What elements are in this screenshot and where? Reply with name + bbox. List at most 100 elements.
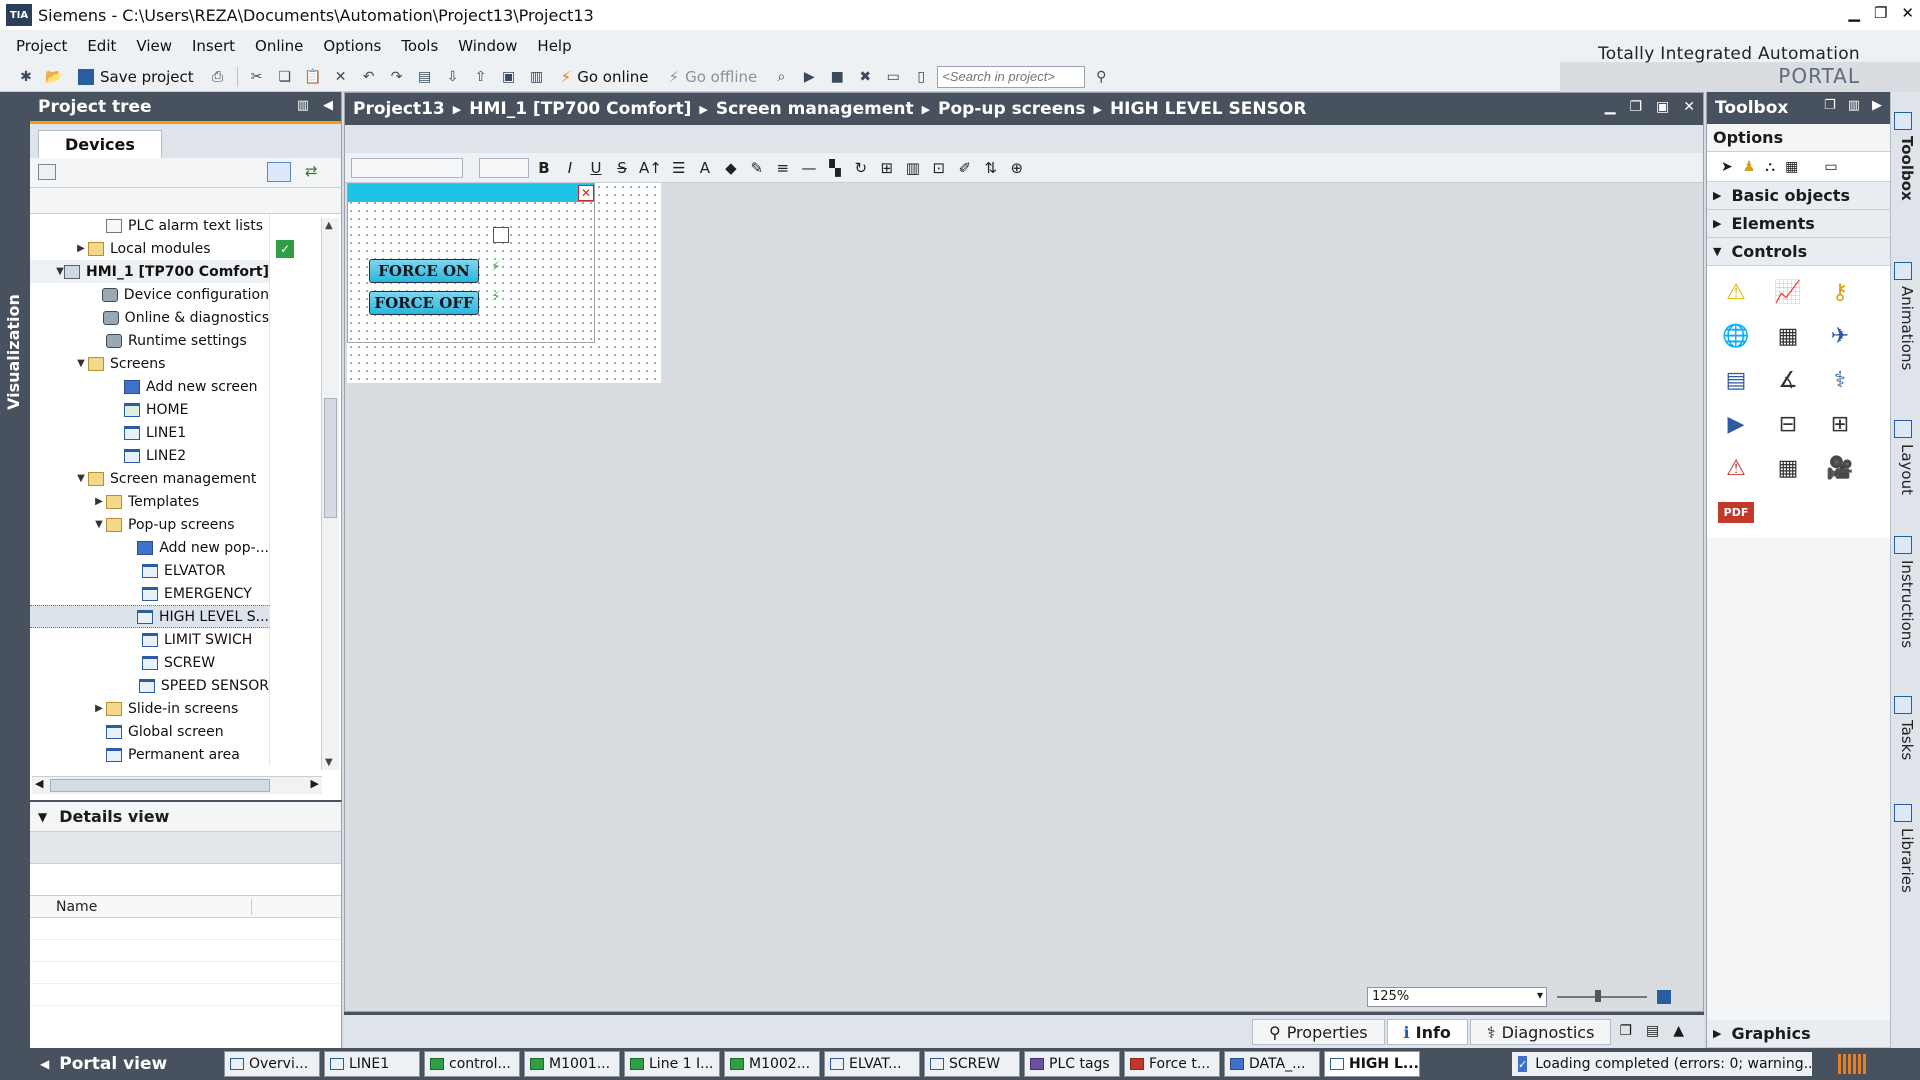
close-icon[interactable]: ✕ [1901,4,1914,22]
task-plc-tags[interactable]: PLC tags [1024,1051,1120,1077]
tree-item[interactable]: Online & diagnostics [30,306,270,329]
popup-close-icon[interactable]: ✕ [578,185,594,201]
task-overview[interactable]: Overvi... [224,1051,320,1077]
delete-icon[interactable]: ✕ [329,66,353,88]
line-color-icon[interactable]: ✎ [746,158,768,178]
controls-section[interactable]: ▼ Controls [1707,238,1890,266]
breadcrumb-project[interactable]: Project13 [353,99,445,119]
open-project-icon[interactable]: 📂 [42,66,66,88]
elements-section[interactable]: ▶ Elements [1707,210,1890,238]
sm-view-icon[interactable]: ✈ [1821,318,1859,354]
pen-icon[interactable]: ✐ [954,158,976,178]
task-m1001[interactable]: M1001... [524,1051,620,1077]
checkbox-object[interactable] [493,227,509,243]
italic-icon[interactable]: I [559,158,581,178]
status-bar[interactable]: ✓ Loading completed (errors: 0; warning.… [1512,1052,1812,1076]
task-data[interactable]: DATA_... [1224,1051,1320,1077]
tab-toolbox[interactable]: Toolbox [1894,112,1918,201]
graph-icon[interactable]: ⛬ [1765,159,1775,175]
user-view-icon[interactable]: ⚷ [1821,274,1859,310]
zoom-select-icon[interactable]: ⊕ [1006,158,1028,178]
runtime-icon[interactable]: ▥ [525,66,549,88]
zoom-slider-handle[interactable] [1595,990,1601,1002]
system-diag-view-icon[interactable]: ⚠ [1717,450,1755,486]
tree-item[interactable]: Global screen [30,720,270,743]
new-project-icon[interactable]: ✱ [14,66,38,88]
breadcrumb-current-screen[interactable]: HIGH LEVEL SENSOR [1110,99,1307,119]
user-icon[interactable]: ♟ [1743,159,1756,175]
tree-item[interactable]: Add new screen [30,375,270,398]
float-icon[interactable]: ❐ [1629,99,1642,115]
tree-item[interactable]: LIMIT SWICH [30,628,270,651]
download-icon[interactable]: ⇩ [441,66,465,88]
graphics-section[interactable]: ▶ Graphics [1707,1020,1891,1048]
minimize-icon[interactable]: ▁ [1605,99,1616,115]
tab-diagnostics[interactable]: ⚕ Diagnostics [1469,1019,1612,1045]
distribute-icon[interactable]: ▥ [902,158,924,178]
tree-item[interactable]: Device configuration [30,283,270,306]
tab-layout[interactable]: Layout [1894,420,1918,495]
restore-icon[interactable]: ❐ [1874,4,1887,22]
tree-item[interactable]: HIGH LEVEL S... [30,605,270,628]
tree-item[interactable]: Add new pop-... [30,536,270,559]
font-family-select[interactable] [351,157,463,178]
start-cpu-icon[interactable]: ▶ [797,66,821,88]
tab-animations[interactable]: Animations [1894,262,1918,370]
menu-help[interactable]: Help [527,37,581,55]
arrange-icon[interactable]: ▚ [824,158,846,178]
split-vertical-icon[interactable]: ▯ [909,66,933,88]
html-browser-icon[interactable]: 🌐 [1717,318,1755,354]
simulate-icon[interactable]: ▣ [497,66,521,88]
tree-item[interactable]: ▶ Slide-in screens [30,697,270,720]
tree-vertical-scrollbar[interactable]: ▲ ▼ [321,218,339,770]
pin-icon[interactable]: ▥ [1848,98,1860,113]
redo-icon[interactable]: ↷ [385,66,409,88]
breadcrumb-hmi[interactable]: HMI_1 [TP700 Comfort] [469,99,691,119]
align-objects-icon[interactable]: ⊞ [876,158,898,178]
expand-right-icon[interactable]: ▶ [92,703,106,714]
same-size-icon[interactable]: ⊡ [928,158,950,178]
menu-window[interactable]: Window [448,37,527,55]
tree-item[interactable]: HOME [30,398,270,421]
menu-insert[interactable]: Insert [182,37,245,55]
tab-info[interactable]: ℹ Info [1386,1019,1468,1045]
font-size-select[interactable] [479,157,529,178]
close-icon[interactable]: ✕ [1683,99,1695,115]
scroll-right-icon[interactable]: ▶ [311,777,319,790]
task-screw[interactable]: SCREW [924,1051,1020,1077]
tab-instructions[interactable]: Instructions [1894,536,1918,648]
tree-item[interactable]: Runtime settings [30,329,270,352]
force-on-button[interactable]: FORCE ON [369,259,479,283]
channel-diagnostics-icon[interactable]: ⊞ [1821,406,1859,442]
recipe-view-icon[interactable]: ▦ [1769,318,1807,354]
pin-icon[interactable]: ▥ [297,98,309,113]
tab-properties[interactable]: ⚲ Properties [1251,1019,1385,1045]
expand-down-icon[interactable]: ▼ [74,473,88,484]
line-style-icon[interactable]: — [798,158,820,178]
inspector-maximize-icon[interactable]: ▤ [1640,1019,1665,1045]
accessible-devices-icon[interactable]: ⌕ [769,66,793,88]
visualization-tab[interactable]: Visualization [0,92,30,1048]
plc-code-viewer-icon[interactable]: ⊟ [1769,406,1807,442]
font-grow-icon[interactable]: A↑ [637,158,664,178]
menu-edit[interactable]: Edit [77,37,126,55]
float-icon[interactable]: ❐ [1824,98,1836,113]
tree-item[interactable]: PLC alarm text lists [30,214,270,237]
search-icon[interactable]: ⚲ [1089,66,1113,88]
tree-item[interactable]: LINE2 [30,444,270,467]
refresh-icon[interactable]: ⇄ [305,162,329,182]
maximize-icon[interactable]: ▣ [1656,99,1669,115]
system-diagnostics-icon[interactable]: ⚕ [1821,362,1859,398]
table-icon[interactable]: ▦ [1785,159,1798,175]
paste-icon[interactable]: 📋 [301,66,325,88]
expand-right-icon[interactable]: ▶ [74,243,88,254]
portal-view-button[interactable]: ◀ Portal view [0,1054,224,1074]
rotate-icon[interactable]: ↻ [850,158,872,178]
cross-reference-icon[interactable]: ✖ [853,66,877,88]
hscroll-thumb[interactable] [50,779,270,792]
menu-view[interactable]: View [126,37,182,55]
screen-canvas[interactable]: ✕ FORCE ON FORCE OFF ⚡ ⚡ [347,183,661,383]
fill-color-icon[interactable]: ◆ [720,158,742,178]
undo-icon[interactable]: ↶ [357,66,381,88]
tree-item[interactable]: SPEED SENSOR [30,674,270,697]
